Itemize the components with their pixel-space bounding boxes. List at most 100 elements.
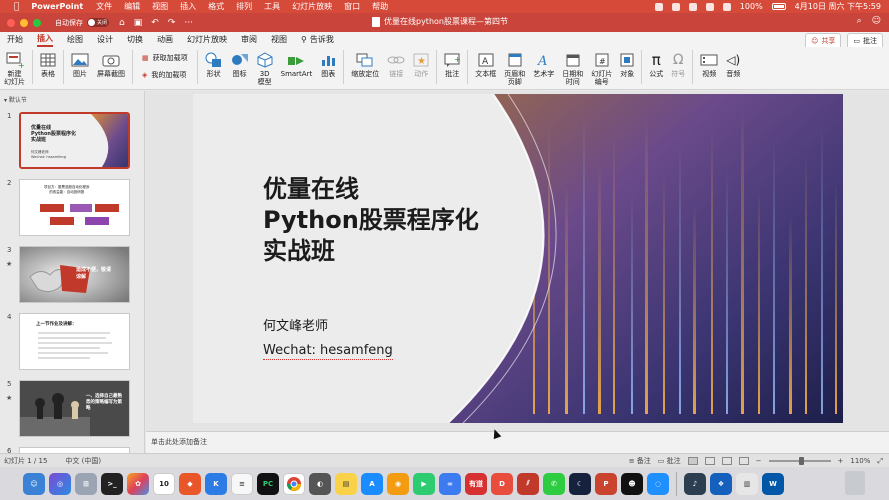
menu-window[interactable]: 窗口 <box>344 1 360 12</box>
menu-arrange[interactable]: 排列 <box>236 1 252 12</box>
textbox-button[interactable]: A 文本框 <box>471 50 500 78</box>
section-header[interactable]: ▾ 默认节 <box>0 91 144 105</box>
tab-slideshow[interactable]: 幻灯片放映 <box>187 34 227 45</box>
normal-view-button[interactable] <box>687 457 698 465</box>
kite-icon[interactable]: K <box>205 472 227 495</box>
table-button[interactable]: 表格 <box>36 50 60 78</box>
zoom-button[interactable]: 缩放定位 <box>347 50 383 78</box>
slide-thumbnail-3[interactable]: 造成不便，敬请 谅解 <box>19 246 130 303</box>
icons-button[interactable]: 图标 <box>227 50 253 78</box>
qq-icon[interactable]: ☻ <box>621 472 643 495</box>
sketch-icon[interactable]: ◆ <box>179 472 201 495</box>
slide-thumbnail-1[interactable]: 优量在线 Python股票程序化 实战班 何文峰老师 Wechat: hesam… <box>19 112 130 169</box>
fit-to-window-icon[interactable]: ⤢ <box>877 457 883 466</box>
tab-animations[interactable]: 动画 <box>157 34 173 45</box>
slide-author[interactable]: 何文峰老师 <box>263 315 328 334</box>
zoom-in-icon[interactable]: + <box>838 457 844 465</box>
menu-file[interactable]: 文件 <box>96 1 112 12</box>
zoom-slider[interactable] <box>768 457 831 465</box>
action-button[interactable]: ★ 动作 <box>409 50 433 78</box>
clock[interactable]: 4月10日 周六 下午5:59 <box>795 1 881 12</box>
menu-tools[interactable]: 工具 <box>264 1 280 12</box>
tab-draw[interactable]: 绘图 <box>67 34 83 45</box>
tab-design[interactable]: 设计 <box>97 34 113 45</box>
status-app-icon[interactable] <box>705 2 714 11</box>
date-time-button[interactable]: 日期和 时间 <box>558 50 587 86</box>
finder-icon[interactable]: ☺ <box>23 472 45 495</box>
tab-transitions[interactable]: 切换 <box>127 34 143 45</box>
trash-icon[interactable] <box>845 471 865 495</box>
comments-toggle[interactable]: ▭ 批注 <box>658 456 681 466</box>
slide-thumbnail-5[interactable]: 一、选择自己最熟 悉的策略编写为策 略 <box>19 380 130 437</box>
dictionary-icon[interactable]: D <box>491 472 513 495</box>
video-button[interactable]: 视频 <box>696 50 722 78</box>
battery-icon[interactable] <box>771 3 786 10</box>
tell-me[interactable]: ⚲ 告诉我 <box>301 34 334 45</box>
music-icon[interactable]: ♪ <box>684 472 706 495</box>
save-icon[interactable]: ▣ <box>134 18 143 28</box>
maps-icon[interactable]: ▶ <box>413 472 435 495</box>
launchpad-icon[interactable]: ⊞ <box>75 472 97 495</box>
new-comment-button[interactable]: + 批注 <box>440 50 464 78</box>
wordart-button[interactable]: A 艺术字 <box>529 50 558 78</box>
current-slide[interactable]: 优量在线 Python股票程序化 实战班 何文峰老师 Wechat: hesam… <box>193 94 843 423</box>
notes-pane[interactable]: 单击此处添加备注 <box>146 431 889 453</box>
gallery-icon[interactable]: ❖ <box>710 472 732 495</box>
calendar-icon[interactable]: 10 <box>153 472 175 495</box>
slide-wechat[interactable]: Wechat: hesamfeng <box>263 343 393 360</box>
tab-review[interactable]: 审阅 <box>241 34 257 45</box>
stickies-icon[interactable]: ▤ <box>335 472 357 495</box>
home-icon[interactable]: ⌂ <box>119 18 125 28</box>
browser-icon[interactable]: ◌ <box>647 472 669 495</box>
slide-title[interactable]: 优量在线 Python股票程序化 实战班 <box>263 174 479 267</box>
symbol-button[interactable]: Ω 符号 <box>667 50 689 78</box>
audio-button[interactable]: ◁) 音频 <box>722 50 744 78</box>
notes-app-icon[interactable]: ≡ <box>231 472 253 495</box>
object-button[interactable]: 对象 <box>616 50 638 78</box>
tab-insert[interactable]: 插入 <box>37 33 53 47</box>
office-icon[interactable]: ◉ <box>387 472 409 495</box>
terminal-icon[interactable]: >_ <box>101 472 123 495</box>
word-icon[interactable]: W <box>762 472 784 495</box>
zoom-window-button[interactable] <box>33 18 41 27</box>
undo-icon[interactable]: ↶ <box>151 18 159 28</box>
screenshot-button[interactable]: 屏幕截图 <box>93 50 129 78</box>
menu-view[interactable]: 视图 <box>152 1 168 12</box>
slide-thumbnail-4[interactable]: 上一节作业及讲解： <box>19 313 130 370</box>
status-app-icon[interactable] <box>654 2 663 11</box>
menu-format[interactable]: 格式 <box>208 1 224 12</box>
3d-models-button[interactable]: 3D 模型 <box>253 50 277 86</box>
menu-slideshow[interactable]: 幻灯片放映 <box>292 1 332 12</box>
menu-edit[interactable]: 编辑 <box>124 1 140 12</box>
pages-icon[interactable]: ▥ <box>736 472 758 495</box>
menu-insert[interactable]: 插入 <box>180 1 196 12</box>
zoom-out-icon[interactable]: − <box>756 457 762 465</box>
new-slide-button[interactable]: + 新建 幻灯片 <box>0 50 29 86</box>
get-addins-button[interactable]: ▦ 获取加载项 <box>142 53 188 63</box>
shapes-button[interactable]: 形状 <box>201 50 227 78</box>
zoom-level[interactable]: 110% <box>850 457 870 465</box>
status-app-icon[interactable] <box>688 2 697 11</box>
safari-icon[interactable]: ◐ <box>309 472 331 495</box>
close-window-button[interactable] <box>7 18 15 27</box>
status-app-icon[interactable] <box>722 2 731 11</box>
link-button[interactable]: 链接 <box>383 50 409 78</box>
minimize-window-button[interactable] <box>20 18 28 27</box>
notes-toggle[interactable]: ≡ 备注 <box>629 456 651 466</box>
wechat-icon[interactable]: ✆ <box>543 472 565 495</box>
header-footer-button[interactable]: 页眉和 页脚 <box>500 50 529 86</box>
slide-thumbnail-2[interactable]: 项目方：股票选股自动化程序 的收益能：自动投研报 <box>19 179 130 236</box>
siri-icon[interactable]: ◎ <box>49 472 71 495</box>
redo-icon[interactable]: ↷ <box>168 18 176 28</box>
tab-view[interactable]: 视图 <box>271 34 287 45</box>
my-addins-button[interactable]: ◈ 我的加载项 <box>142 70 188 80</box>
language-indicator[interactable]: 中文 (中国) <box>65 456 101 466</box>
youdao-icon[interactable]: 有道 <box>465 472 487 495</box>
slide-number-button[interactable]: # 幻灯片 编号 <box>587 50 616 86</box>
apple-icon[interactable]:  <box>14 2 19 12</box>
reading-view-button[interactable] <box>721 457 732 465</box>
smartart-button[interactable]: SmartArt <box>277 50 317 78</box>
status-app-icon[interactable] <box>671 2 680 11</box>
slide-sorter-button[interactable] <box>704 457 715 465</box>
app-store-icon[interactable]: A <box>361 472 383 495</box>
